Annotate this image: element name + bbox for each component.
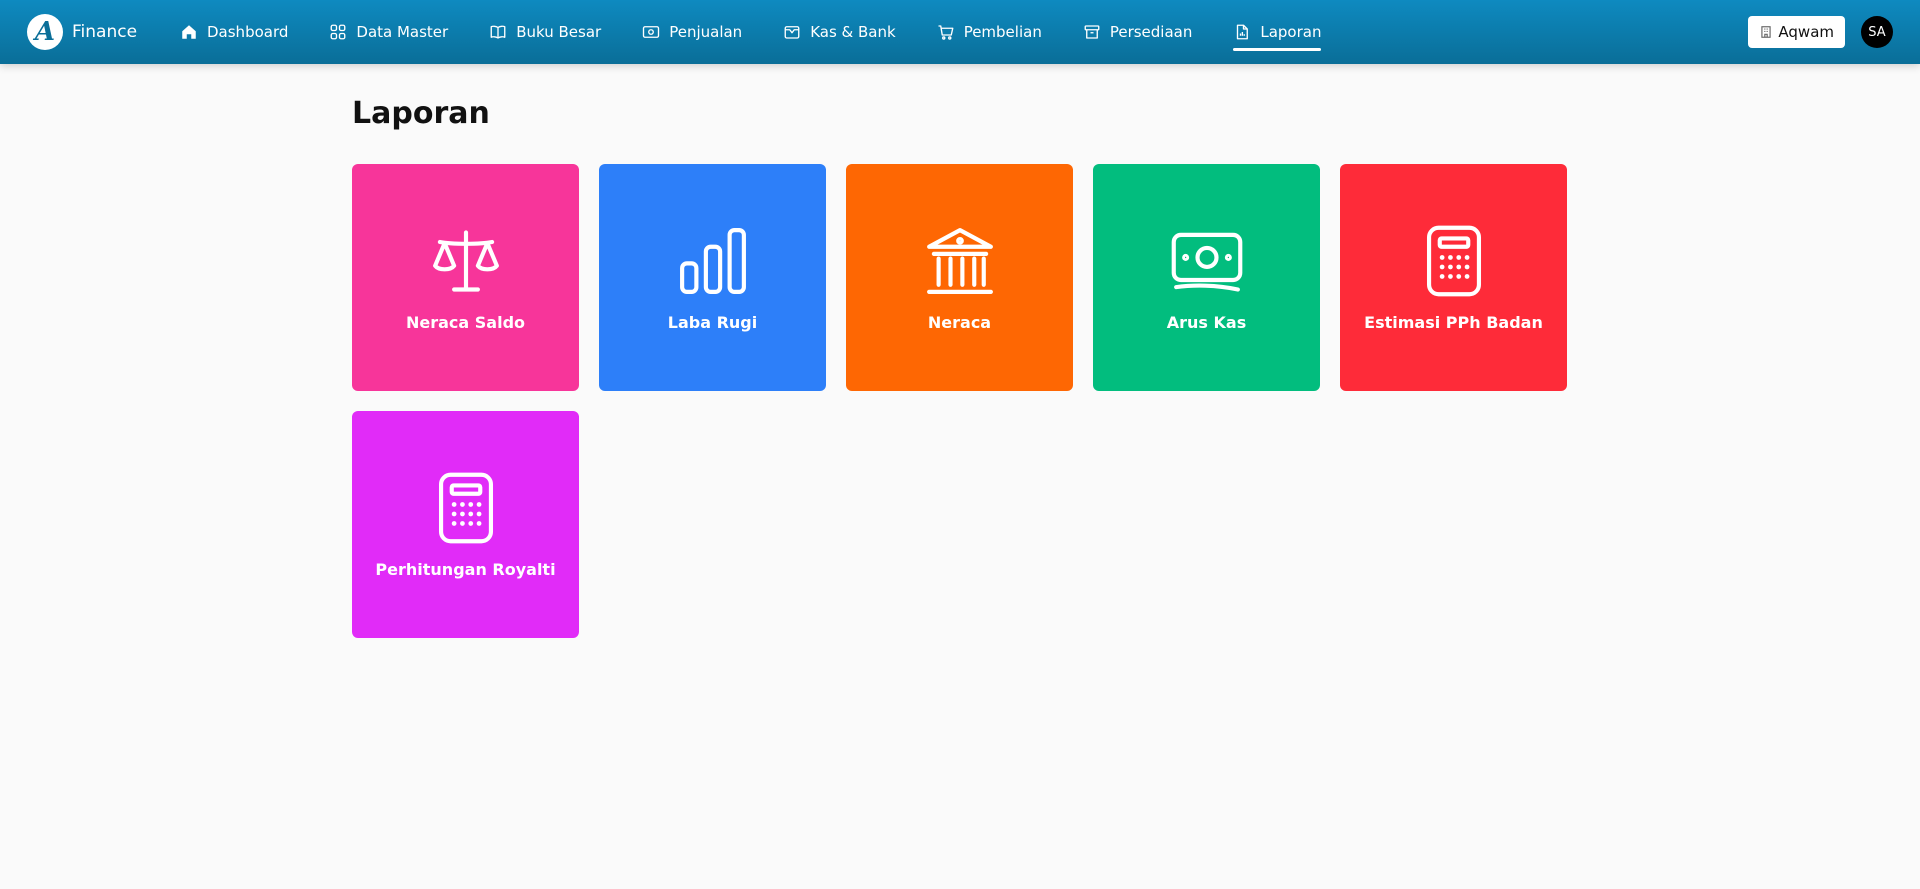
home-icon (182, 25, 196, 39)
avatar-initials: SA (1868, 24, 1886, 40)
report-card-perhitungan-royalti[interactable]: Perhitungan Royalti (352, 411, 579, 638)
book-icon (490, 25, 506, 39)
calculator-icon (1426, 225, 1481, 297)
nav-item-dashboard[interactable]: Dashboard (180, 0, 288, 64)
main-nav: Dashboard Data Master Buku Besar Penjual… (180, 0, 1322, 64)
nav-item-buku-besar[interactable]: Buku Besar (489, 0, 601, 64)
bank-icon (926, 228, 993, 294)
money-icon (643, 26, 660, 38)
report-icon (1237, 24, 1249, 40)
nav-item-data-master[interactable]: Data Master (329, 0, 448, 64)
building-icon (1761, 26, 1772, 38)
nav-item-label: Laporan (1260, 23, 1322, 41)
report-card-neraca[interactable]: Neraca (846, 164, 1073, 391)
nav-item-penjualan[interactable]: Penjualan (642, 0, 742, 64)
archive-icon (1084, 25, 1100, 39)
nav-item-label: Buku Besar (516, 23, 602, 41)
tenant-name: Aqwam (1778, 23, 1834, 41)
report-card-laba-rugi[interactable]: Laba Rugi (599, 164, 826, 391)
nav-item-label: Kas & Bank (810, 23, 896, 41)
cash-icon (1171, 232, 1242, 292)
brand-logo-letter: A (34, 17, 56, 47)
user-avatar[interactable]: SA (1861, 16, 1893, 48)
report-card-label: Arus Kas (1166, 313, 1247, 332)
nav-item-label: Penjualan (669, 23, 743, 41)
brand-name: Finance (72, 22, 138, 42)
report-card-arus-kas[interactable]: Arus Kas (1093, 164, 1320, 391)
report-card-label: Estimasi PPh Badan (1364, 313, 1543, 332)
wallet-icon (784, 26, 800, 39)
brand-logo: A (27, 14, 63, 50)
tenant-switcher-button[interactable]: Aqwam (1748, 16, 1845, 48)
report-card-label: Neraca (927, 313, 992, 332)
nav-item-kas-bank[interactable]: Kas & Bank (783, 0, 896, 64)
calculator-icon (438, 472, 493, 544)
nav-item-persediaan[interactable]: Persediaan (1083, 0, 1193, 64)
report-grid: Neraca Saldo Laba Rugi Neraca Arus Kas E… (352, 164, 1568, 638)
nav-item-label: Pembelian (963, 23, 1042, 41)
user-area: Aqwam SA (1748, 16, 1893, 48)
grid-icon (330, 24, 346, 40)
nav-item-label: Data Master (356, 23, 449, 41)
nav-item-label: Dashboard (207, 23, 289, 41)
nav-item-pembelian[interactable]: Pembelian (937, 0, 1042, 64)
cart-icon (938, 25, 954, 40)
nav-item-label: Persediaan (1109, 23, 1193, 41)
report-card-label: Perhitungan Royalti (375, 560, 556, 579)
page-title: Laporan (352, 96, 490, 131)
brand[interactable]: A Finance (27, 14, 137, 50)
report-card-estimasi-pph-badan[interactable]: Estimasi PPh Badan (1340, 164, 1567, 391)
report-card-label: Laba Rugi (667, 313, 758, 332)
scale-icon (432, 230, 499, 292)
top-navbar: A Finance Dashboard Data Master Buku Bes… (0, 0, 1920, 64)
report-card-neraca-saldo[interactable]: Neraca Saldo (352, 164, 579, 391)
report-card-label: Neraca Saldo (405, 313, 526, 332)
bar-chart-icon (679, 228, 746, 294)
nav-item-laporan[interactable]: Laporan (1233, 0, 1322, 64)
